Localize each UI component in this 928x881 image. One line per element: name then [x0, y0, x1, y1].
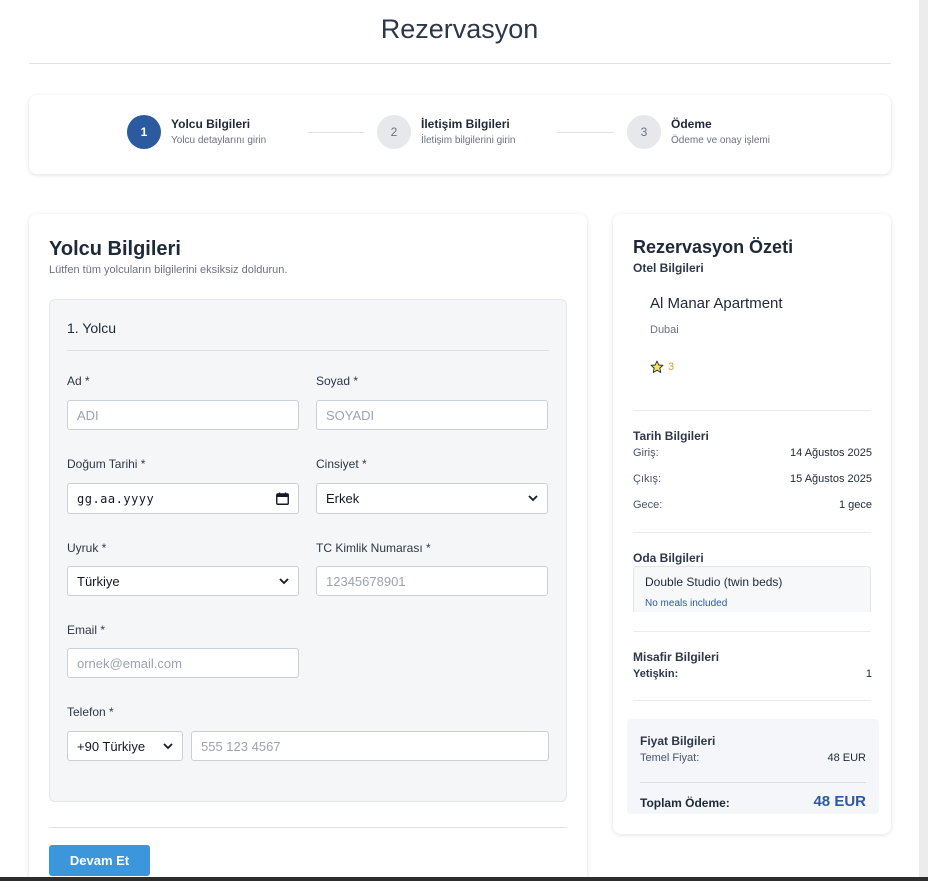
- star-count: 3: [668, 361, 675, 373]
- title-divider: [29, 63, 891, 64]
- summary-divider: [633, 410, 871, 411]
- checkout-value: 15 Ağustos 2025: [790, 473, 872, 485]
- price-divider: [640, 782, 866, 783]
- step-passenger-info[interactable]: 1 Yolcu Bilgileri Yolcu detaylarını giri…: [127, 115, 266, 149]
- form-title: Yolcu Bilgileri: [49, 238, 181, 260]
- birth-date-mask: gg.aa.yyyy: [77, 491, 155, 506]
- country-code-select[interactable]: +90 Türkiye: [67, 731, 183, 761]
- chevron-down-icon: [163, 743, 173, 750]
- hotel-city: Dubai: [650, 324, 679, 336]
- tc-number-input[interactable]: 12345678901: [316, 566, 548, 596]
- tc-number-label: TC Kimlik Numarası *: [316, 541, 431, 555]
- hotel-section-title: Otel Bilgileri: [633, 261, 704, 275]
- room-meal-plan: No meals included: [645, 598, 728, 609]
- nights-value: 1 gece: [838, 499, 872, 511]
- step-connector: [308, 132, 364, 133]
- step-number-badge: 2: [377, 115, 411, 149]
- room-card: Double Studio (twin beds) No meals inclu…: [633, 566, 871, 612]
- last-name-placeholder: SOYADI: [326, 407, 375, 423]
- page-title: Rezervasyon: [380, 14, 539, 44]
- phone-input[interactable]: 555 123 4567: [191, 731, 549, 761]
- first-name-placeholder: ADI: [77, 407, 99, 423]
- summary-divider: [633, 700, 871, 701]
- birth-date-input[interactable]: gg.aa.yyyy: [67, 483, 299, 514]
- reservation-page: Rezervasyon 1 Yolcu Bilgileri Yolcu deta…: [0, 0, 919, 881]
- chevron-down-icon: [279, 578, 289, 585]
- checkin-label: Giriş:: [633, 447, 659, 459]
- guest-section-title: Misafir Bilgileri: [633, 650, 720, 664]
- page-scrollbar[interactable]: [919, 0, 928, 881]
- last-name-input[interactable]: SOYADI: [316, 400, 548, 430]
- progress-stepper: 1 Yolcu Bilgileri Yolcu detaylarını giri…: [29, 95, 891, 174]
- step-number-badge: 1: [127, 115, 161, 149]
- checkout-label: Çıkış:: [633, 473, 662, 485]
- step-title: Ödeme: [671, 116, 712, 131]
- email-label: Email *: [67, 623, 106, 637]
- summary-divider: [633, 631, 871, 632]
- passenger-form-card: Yolcu Bilgileri Lütfen tüm yolcuların bi…: [29, 214, 587, 881]
- checkin-value: 14 Ağustos 2025: [790, 447, 872, 459]
- hotel-rating: 3: [650, 360, 674, 374]
- passenger-divider: [67, 350, 549, 351]
- room-name: Double Studio (twin beds): [645, 575, 783, 589]
- hotel-name: Al Manar Apartment: [650, 295, 783, 312]
- first-name-label: Ad *: [67, 374, 90, 388]
- price-section-title: Fiyat Bilgileri: [640, 734, 716, 748]
- price-section: Fiyat Bilgileri Temel Fiyat: 48 EUR Topl…: [627, 719, 879, 814]
- window-bottom-edge: [0, 877, 928, 881]
- nationality-value: Türkiye: [77, 573, 120, 589]
- step-number-badge: 3: [627, 115, 661, 149]
- phone-label: Telefon *: [67, 705, 114, 719]
- step-subtitle: Yolcu detaylarını girin: [171, 134, 267, 146]
- continue-button[interactable]: Devam Et: [49, 845, 150, 876]
- star-icon: [650, 360, 664, 373]
- base-price-value: 48 EUR: [827, 752, 866, 764]
- summary-divider: [633, 532, 871, 533]
- nationality-label: Uyruk *: [67, 541, 107, 555]
- step-title: İletişim Bilgileri: [421, 116, 510, 131]
- phone-placeholder: 555 123 4567: [201, 738, 281, 754]
- nationality-select[interactable]: Türkiye: [67, 566, 299, 596]
- step-payment[interactable]: 3 Ödeme Ödeme ve onay işlemi: [627, 115, 770, 149]
- first-name-input[interactable]: ADI: [67, 400, 299, 430]
- gender-select[interactable]: Erkek: [316, 483, 548, 514]
- step-connector: [557, 132, 614, 133]
- form-subtitle: Lütfen tüm yolcuların bilgilerini eksiks…: [49, 264, 288, 276]
- step-title: Yolcu Bilgileri: [171, 116, 251, 131]
- adult-label: Yetişkin:: [633, 668, 679, 680]
- reservation-summary-card: Rezervasyon Özeti Otel Bilgileri Al Mana…: [613, 214, 891, 834]
- birth-date-label: Doğum Tarihi *: [67, 457, 146, 471]
- passenger-title: 1. Yolcu: [67, 320, 117, 336]
- gender-label: Cinsiyet *: [316, 457, 367, 471]
- country-code-value: +90 Türkiye: [77, 738, 146, 754]
- tc-number-placeholder: 12345678901: [326, 573, 406, 589]
- adult-count: 1: [865, 668, 872, 680]
- room-section-title: Oda Bilgileri: [633, 551, 704, 565]
- summary-title: Rezervasyon Özeti: [633, 237, 794, 257]
- dates-section-title: Tarih Bilgileri: [633, 429, 709, 443]
- step-subtitle: İletişim bilgilerini girin: [421, 134, 516, 146]
- nights-label: Gece:: [633, 499, 663, 511]
- email-input[interactable]: ornek@email.com: [67, 648, 299, 678]
- total-price-value: 48 EUR: [813, 793, 866, 810]
- gender-value: Erkek: [326, 491, 360, 506]
- email-placeholder: ornek@email.com: [77, 655, 182, 671]
- total-price-label: Toplam Ödeme:: [640, 796, 730, 810]
- last-name-label: Soyad *: [316, 374, 359, 388]
- chevron-down-icon: [528, 495, 538, 502]
- base-price-label: Temel Fiyat:: [640, 752, 700, 764]
- form-divider: [49, 827, 567, 828]
- step-contact-info[interactable]: 2 İletişim Bilgileri İletişim bilgilerin…: [377, 115, 515, 149]
- step-subtitle: Ödeme ve onay işlemi: [671, 134, 770, 146]
- passenger-section: 1. Yolcu Ad * ADI Soyad * SOYADI Doğum T…: [49, 299, 567, 802]
- calendar-icon[interactable]: [276, 492, 289, 505]
